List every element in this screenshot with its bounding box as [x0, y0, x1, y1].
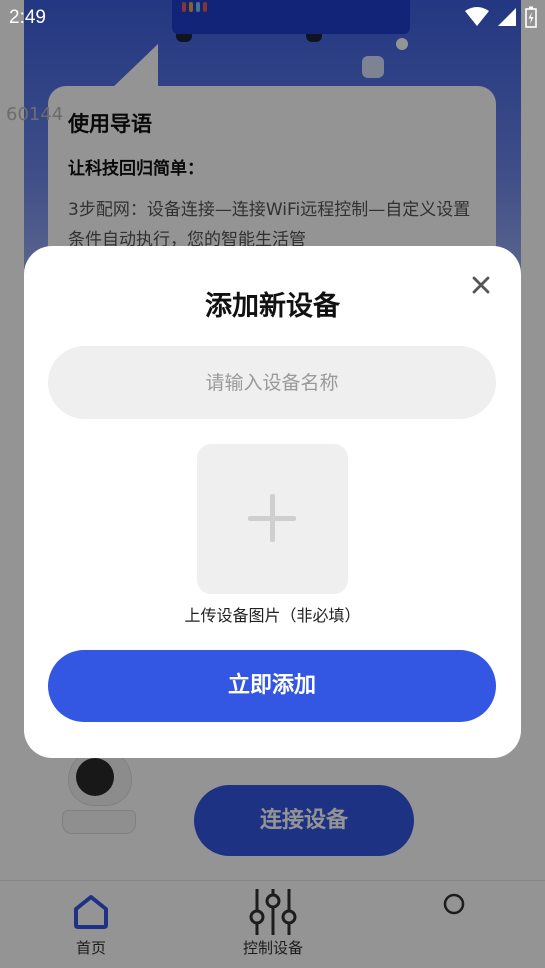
upload-image-label: 上传设备图片（非必填） — [184, 606, 361, 625]
plus-icon-vertical — [270, 494, 275, 542]
upload-image-button[interactable] — [197, 444, 348, 594]
add-now-button[interactable]: 立即添加 — [48, 650, 496, 722]
status-bar: 2:49 — [0, 0, 545, 36]
signal-icon — [498, 8, 516, 26]
dialog-title: 添加新设备 — [205, 291, 340, 322]
close-button[interactable] — [466, 270, 496, 300]
status-icons — [465, 6, 537, 28]
status-time: 2:49 — [9, 7, 46, 28]
device-name-input[interactable] — [48, 346, 496, 419]
close-icon — [472, 276, 490, 294]
battery-icon — [525, 6, 537, 28]
add-device-dialog: 添加新设备 上传设备图片（非必填） 立即添加 — [24, 246, 521, 758]
wifi-icon — [465, 7, 489, 26]
